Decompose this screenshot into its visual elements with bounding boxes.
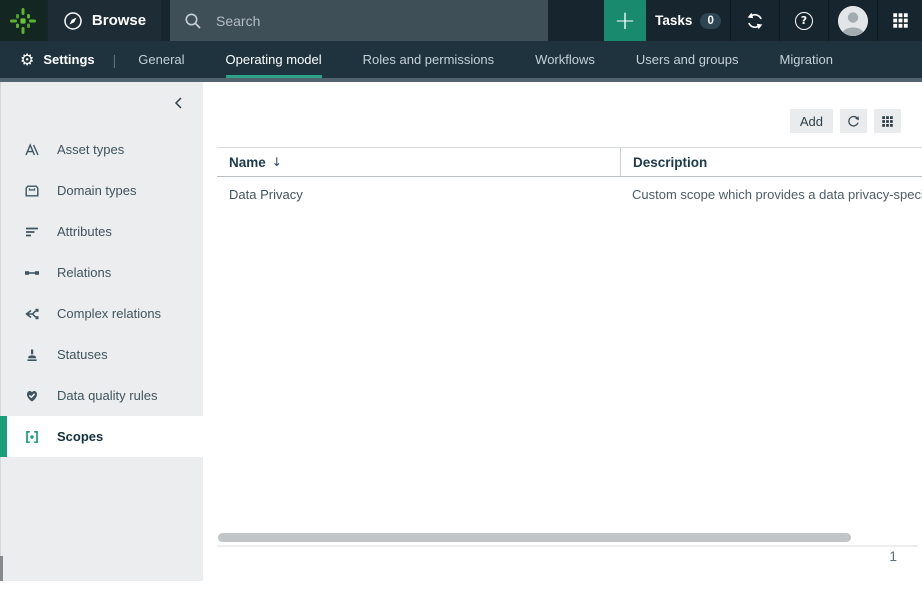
search-icon	[184, 12, 202, 30]
domain-types-icon	[24, 183, 40, 199]
sidebar-item-data-quality-rules[interactable]: Data quality rules	[0, 375, 203, 416]
settings-label: Settings	[43, 52, 94, 67]
name-column-label: Name	[229, 155, 266, 170]
sidebar-item-label: Relations	[57, 265, 111, 280]
scopes-table: Name ↓ Description Data Privacy Custom s…	[217, 147, 922, 211]
create-button[interactable]: +	[604, 0, 646, 41]
attributes-icon	[24, 224, 40, 240]
browse-label: Browse	[92, 12, 146, 29]
grid-view-icon	[881, 115, 894, 128]
tab-operating-model[interactable]: Operating model	[226, 41, 322, 78]
help-icon: ?	[795, 12, 813, 30]
asset-types-icon	[24, 142, 40, 158]
complex-relations-icon	[24, 306, 40, 322]
sidebar-item-relations[interactable]: Relations	[0, 252, 203, 293]
cell-description: Custom scope which provides a data priva…	[620, 177, 922, 211]
global-search[interactable]	[170, 0, 548, 41]
sync-activities-button[interactable]	[731, 0, 779, 41]
top-bar: Browse + Tasks 0 ?	[0, 0, 922, 41]
nav-divider: |	[113, 41, 117, 78]
help-button[interactable]: ?	[780, 0, 828, 41]
sidebar-item-scopes[interactable]: Scopes	[0, 416, 203, 457]
description-column-label: Description	[633, 155, 707, 170]
main-panel: Add	[203, 82, 922, 586]
avatar	[838, 6, 868, 36]
refresh-icon	[846, 114, 861, 129]
user-menu-button[interactable]	[829, 0, 877, 41]
browse-button[interactable]: Browse	[48, 0, 161, 41]
relations-icon	[24, 265, 40, 281]
grid-view-button[interactable]	[874, 109, 901, 133]
add-button[interactable]: Add	[790, 109, 833, 133]
cell-name[interactable]: Data Privacy	[217, 177, 620, 211]
sidebar-item-label: Scopes	[57, 429, 103, 444]
nav-tabs: General Operating model Roles and permissi…	[138, 41, 833, 78]
content-area: Asset types Domain types Attributes Rela…	[0, 82, 922, 586]
sidebar-item-label: Attributes	[57, 224, 112, 239]
table-toolbar: Add	[790, 109, 901, 133]
sidebar-item-label: Asset types	[57, 142, 124, 157]
table-header: Name ↓ Description	[217, 147, 922, 177]
sidebar-item-complex-relations[interactable]: Complex relations	[0, 293, 203, 334]
refresh-button[interactable]	[840, 109, 867, 133]
tab-workflows[interactable]: Workflows	[535, 41, 595, 78]
collapse-sidebar-button[interactable]	[168, 93, 188, 113]
sidebar-scrollbar-thumb[interactable]	[0, 556, 3, 581]
sidebar-item-statuses[interactable]: Statuses	[0, 334, 203, 375]
sidebar-item-label: Domain types	[57, 183, 136, 198]
tasks-count-badge: 0	[700, 13, 720, 29]
tasks-button[interactable]: Tasks 0	[646, 0, 730, 41]
horizontal-scrollbar-thumb[interactable]	[218, 533, 851, 542]
sidebar-item-attributes[interactable]: Attributes	[0, 211, 203, 252]
statuses-icon	[24, 347, 40, 363]
compass-icon	[63, 11, 83, 31]
apps-grid-icon	[892, 12, 909, 29]
column-header-name[interactable]: Name ↓	[217, 148, 620, 176]
pagination-page-1[interactable]: 1	[889, 548, 897, 564]
tab-users-and-groups[interactable]: Users and groups	[636, 41, 739, 78]
sidebar-item-label: Complex relations	[57, 306, 161, 321]
table-body: Data Privacy Custom scope which provides…	[217, 177, 922, 211]
scopes-icon	[24, 429, 40, 445]
horizontal-scrollbar-track	[217, 545, 918, 547]
topbar-spacer	[548, 0, 604, 41]
gear-icon: ⚙	[20, 52, 34, 68]
sidebar-item-label: Data quality rules	[57, 388, 157, 403]
settings-heading[interactable]: ⚙ Settings	[20, 41, 95, 78]
tab-roles-and-permissions[interactable]: Roles and permissions	[363, 41, 495, 78]
sidebar-item-label: Statuses	[57, 347, 108, 362]
help-glyph: ?	[801, 14, 807, 27]
table-row[interactable]: Data Privacy Custom scope which provides…	[217, 177, 922, 211]
tab-general[interactable]: General	[138, 41, 184, 78]
sidebar-item-domain-types[interactable]: Domain types	[0, 170, 203, 211]
app-logo[interactable]	[0, 0, 46, 41]
data-quality-rules-icon	[24, 388, 40, 404]
chevron-left-icon	[174, 96, 183, 110]
sidebar-item-asset-types[interactable]: Asset types	[0, 129, 203, 170]
apps-menu-button[interactable]	[878, 0, 922, 41]
settings-sidebar: Asset types Domain types Attributes Rela…	[0, 82, 203, 586]
sort-desc-icon: ↓	[272, 155, 282, 169]
settings-nav-bar: ⚙ Settings | General Operating model Roles…	[0, 41, 922, 82]
tab-migration[interactable]: Migration	[780, 41, 833, 78]
plus-icon: +	[614, 8, 636, 34]
search-input[interactable]	[216, 13, 534, 29]
tasks-label: Tasks	[655, 13, 692, 28]
column-header-description[interactable]: Description	[620, 148, 922, 176]
sync-icon	[745, 11, 765, 31]
brand-logo-icon	[8, 6, 38, 36]
sidebar-list: Asset types Domain types Attributes Rela…	[0, 129, 203, 457]
